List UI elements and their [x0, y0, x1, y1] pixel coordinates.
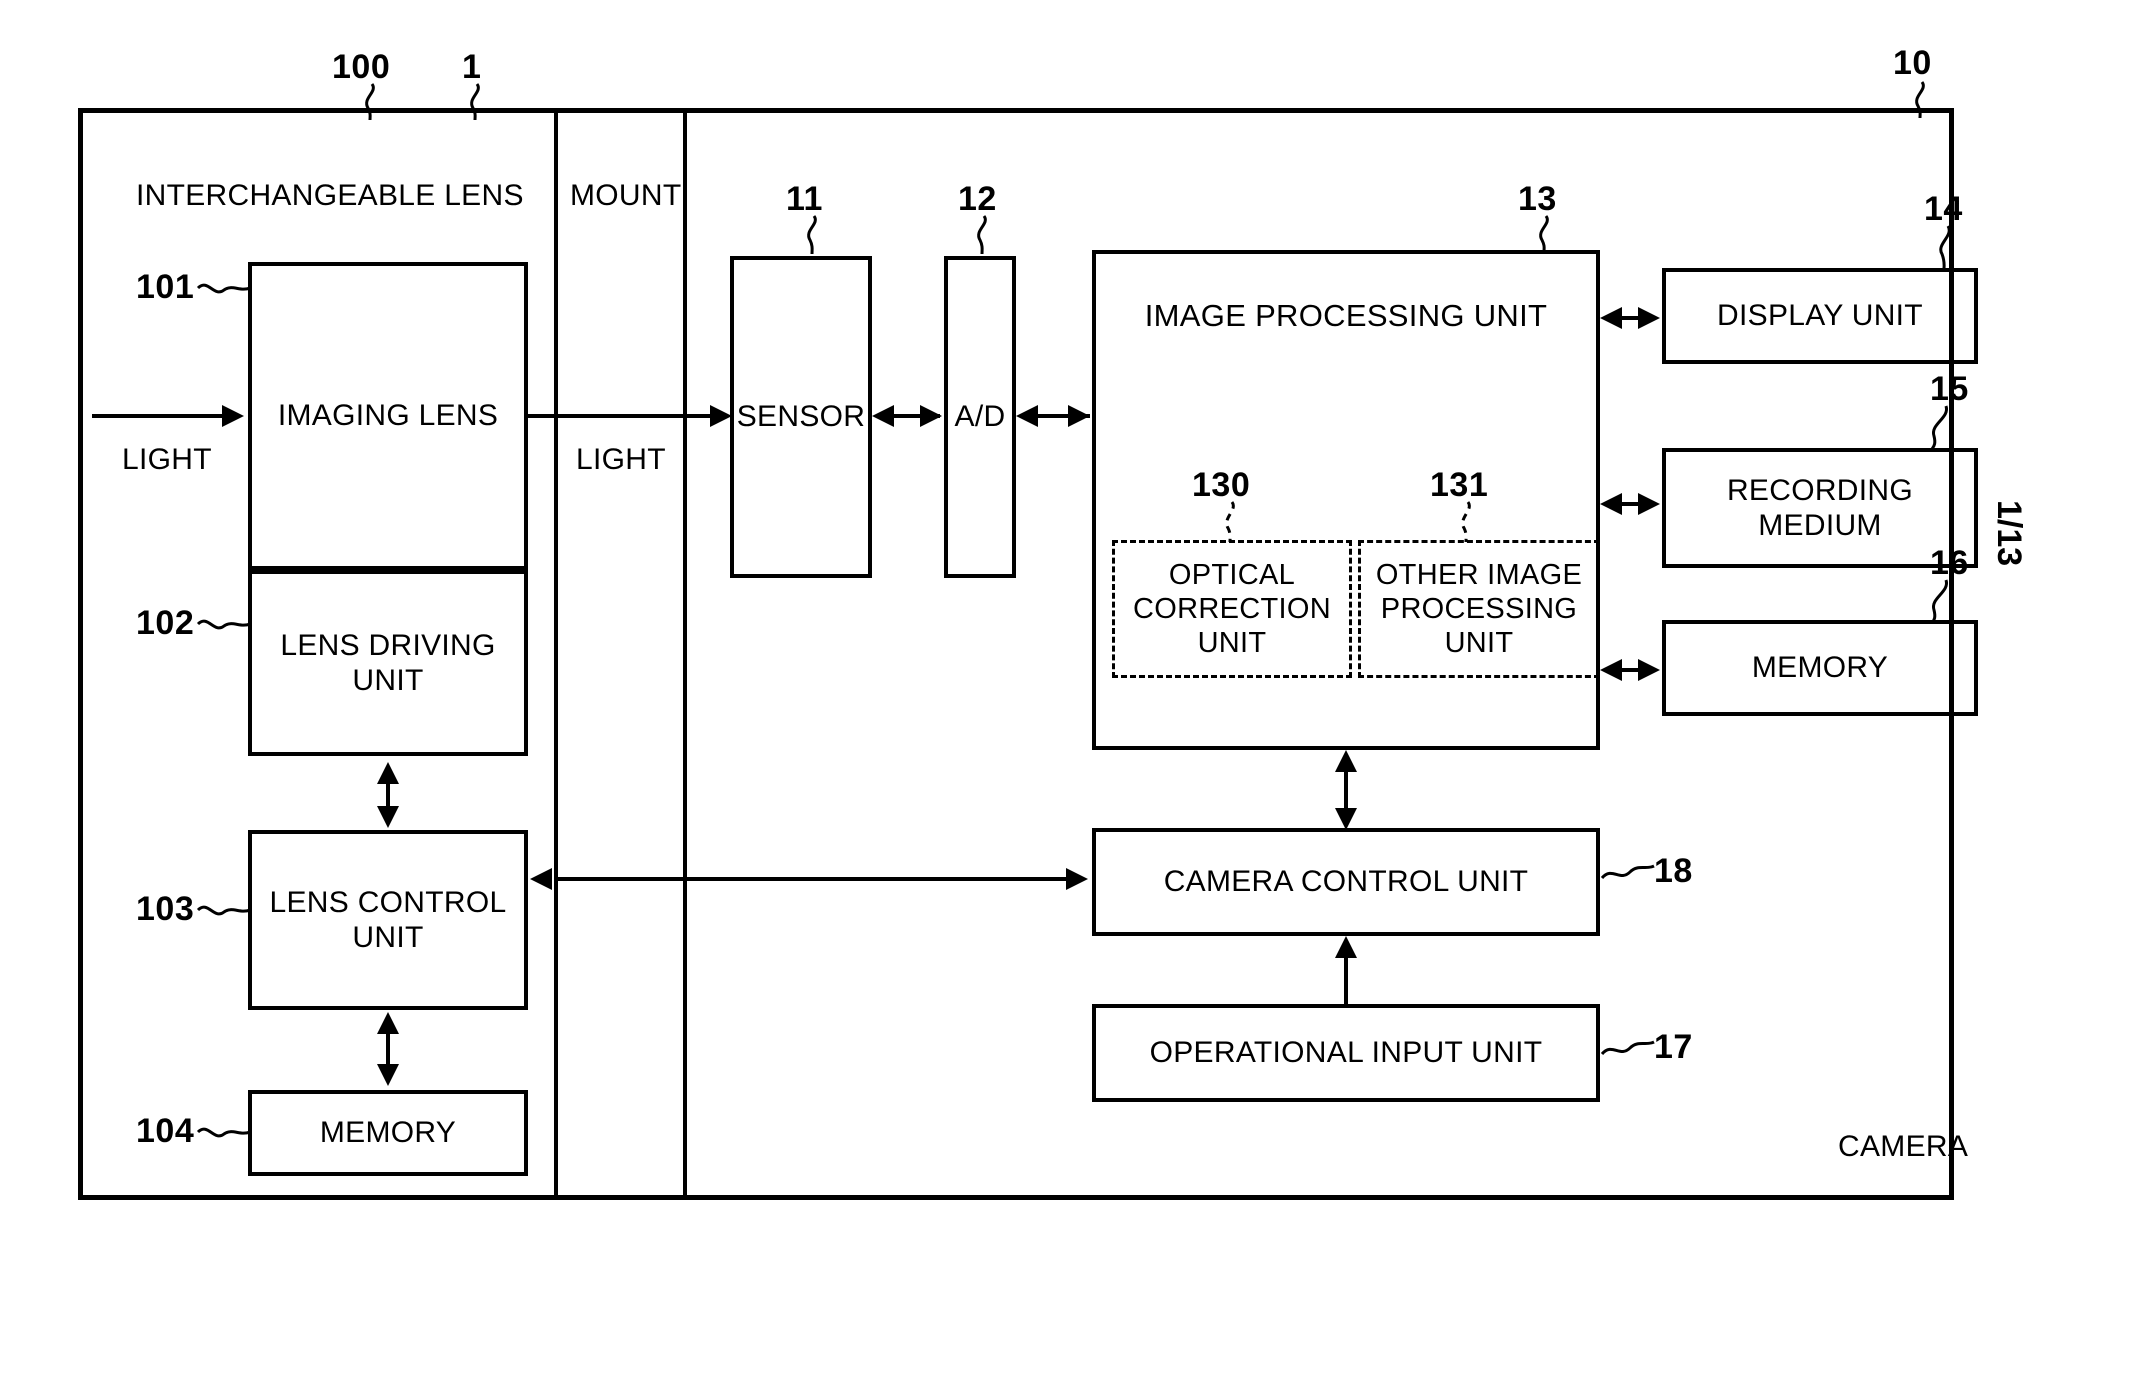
- ref-number-16: 16: [1930, 544, 1969, 582]
- block-label-other-image-processing-unit: OTHER IMAGE PROCESSING UNIT: [1375, 558, 1583, 660]
- section-label-mount: MOUNT: [570, 179, 682, 212]
- block-other-image-processing-unit: OTHER IMAGE PROCESSING UNIT: [1358, 540, 1600, 678]
- arrow-imageproc-cameracontrol-shaft: [1344, 772, 1348, 810]
- arrow-control-memory-head-down: [377, 1064, 399, 1086]
- block-imaging-lens: IMAGING LENS: [248, 262, 528, 570]
- arrow-control-memory-shaft: [386, 1034, 390, 1066]
- arrow-lenscontrol-cameracontrol-head-left: [530, 868, 552, 890]
- ref-number-13: 13: [1518, 180, 1557, 218]
- arrow-light-into-lens-shaft: [92, 414, 226, 418]
- block-label-lens-memory: MEMORY: [319, 1116, 457, 1150]
- ref-number-102: 102: [136, 604, 195, 642]
- block-label-camera-control-unit: CAMERA CONTROL UNIT: [1163, 865, 1529, 899]
- ref-number-14: 14: [1924, 190, 1963, 228]
- divider-lens-mount: [554, 110, 558, 1198]
- ref-number-1: 1: [462, 48, 482, 86]
- block-lens-memory: MEMORY: [248, 1090, 528, 1176]
- block-camera-memory: MEMORY: [1662, 620, 1978, 716]
- block-label-recording-medium: RECORDING MEDIUM: [1726, 473, 1914, 542]
- block-label-display-unit: DISPLAY UNIT: [1717, 299, 1923, 333]
- arrow-driving-control-head-up: [377, 762, 399, 784]
- block-label-optical-correction-unit: OPTICAL CORRECTION UNIT: [1133, 558, 1331, 660]
- arrow-control-memory-head-up: [377, 1012, 399, 1034]
- arrow-imageproc-cameracontrol-head-up: [1335, 750, 1357, 772]
- arrow-light-through-mount-head: [710, 405, 732, 427]
- ref-number-101: 101: [136, 268, 195, 306]
- block-lens-driving-unit: LENS DRIVING UNIT: [248, 570, 528, 756]
- arrow-imageproc-recording-head-left: [1600, 493, 1622, 515]
- ref-number-15: 15: [1930, 370, 1969, 408]
- arrow-imageproc-display-head-left: [1600, 307, 1622, 329]
- block-label-sensor: SENSOR: [736, 400, 866, 434]
- block-label-lens-control-unit: LENS CONTROL UNIT: [269, 885, 507, 954]
- arrow-opinput-cameracontrol-shaft: [1344, 958, 1348, 1004]
- block-label-image-processing-unit: IMAGE PROCESSING UNIT: [1144, 298, 1548, 333]
- figure-canvas: 100 1 10 INTERCHANGEABLE LENS MOUNT CAME…: [0, 0, 2153, 1388]
- arrow-imageproc-memory-head-right: [1638, 659, 1660, 681]
- block-label-lens-driving-unit: LENS DRIVING UNIT: [280, 628, 496, 697]
- ref-number-104: 104: [136, 1112, 195, 1150]
- arrow-imageproc-memory-head-left: [1600, 659, 1622, 681]
- block-label-imaging-lens: IMAGING LENS: [277, 399, 499, 433]
- section-label-camera: CAMERA: [1838, 1130, 1969, 1163]
- block-camera-control-unit: CAMERA CONTROL UNIT: [1092, 828, 1600, 936]
- block-operational-input-unit: OPERATIONAL INPUT UNIT: [1092, 1004, 1600, 1102]
- arrow-imageproc-display-head-right: [1638, 307, 1660, 329]
- block-display-unit: DISPLAY UNIT: [1662, 268, 1978, 364]
- block-label-operational-input-unit: OPERATIONAL INPUT UNIT: [1149, 1036, 1543, 1070]
- block-label-camera-memory: MEMORY: [1751, 651, 1889, 685]
- arrow-sensor-ad-head-left: [872, 405, 894, 427]
- arrow-lenscontrol-cameracontrol-shaft: [554, 877, 1072, 881]
- arrow-sensor-ad-head-right: [920, 405, 942, 427]
- arrow-imageproc-recording-head-right: [1638, 493, 1660, 515]
- label-light-incoming: LIGHT: [122, 443, 212, 476]
- section-label-interchangeable-lens: INTERCHANGEABLE LENS: [136, 179, 524, 212]
- block-lens-control-unit: LENS CONTROL UNIT: [248, 830, 528, 1010]
- arrow-light-into-lens-head: [222, 405, 244, 427]
- ref-number-11: 11: [786, 180, 823, 218]
- arrow-imageproc-cameracontrol-head-down: [1335, 808, 1357, 830]
- arrow-driving-control-shaft: [386, 782, 390, 808]
- arrow-driving-control-head-down: [377, 806, 399, 828]
- ref-number-18: 18: [1654, 852, 1693, 890]
- arrow-lenscontrol-cameracontrol-head-right: [1066, 868, 1088, 890]
- ref-number-17: 17: [1654, 1028, 1693, 1066]
- ref-number-100: 100: [332, 48, 391, 86]
- block-sensor: SENSOR: [730, 256, 872, 578]
- ref-number-103: 103: [136, 890, 195, 928]
- page-marker: 1/13: [1990, 500, 2028, 567]
- ref-number-131: 131: [1430, 466, 1489, 504]
- label-light-through-mount: LIGHT: [576, 443, 666, 476]
- arrow-ad-imageproc-head-left: [1016, 405, 1038, 427]
- ref-number-10: 10: [1893, 44, 1932, 82]
- arrow-light-through-mount-shaft: [528, 414, 714, 418]
- arrow-opinput-cameracontrol-head-up: [1335, 936, 1357, 958]
- block-label-ad-converter: A/D: [954, 400, 1006, 434]
- divider-mount-camera: [683, 110, 687, 1198]
- ref-number-12: 12: [958, 180, 997, 218]
- block-ad-converter: A/D: [944, 256, 1016, 578]
- arrow-ad-imageproc-head-right: [1068, 405, 1090, 427]
- block-optical-correction-unit: OPTICAL CORRECTION UNIT: [1112, 540, 1352, 678]
- ref-number-130: 130: [1192, 466, 1251, 504]
